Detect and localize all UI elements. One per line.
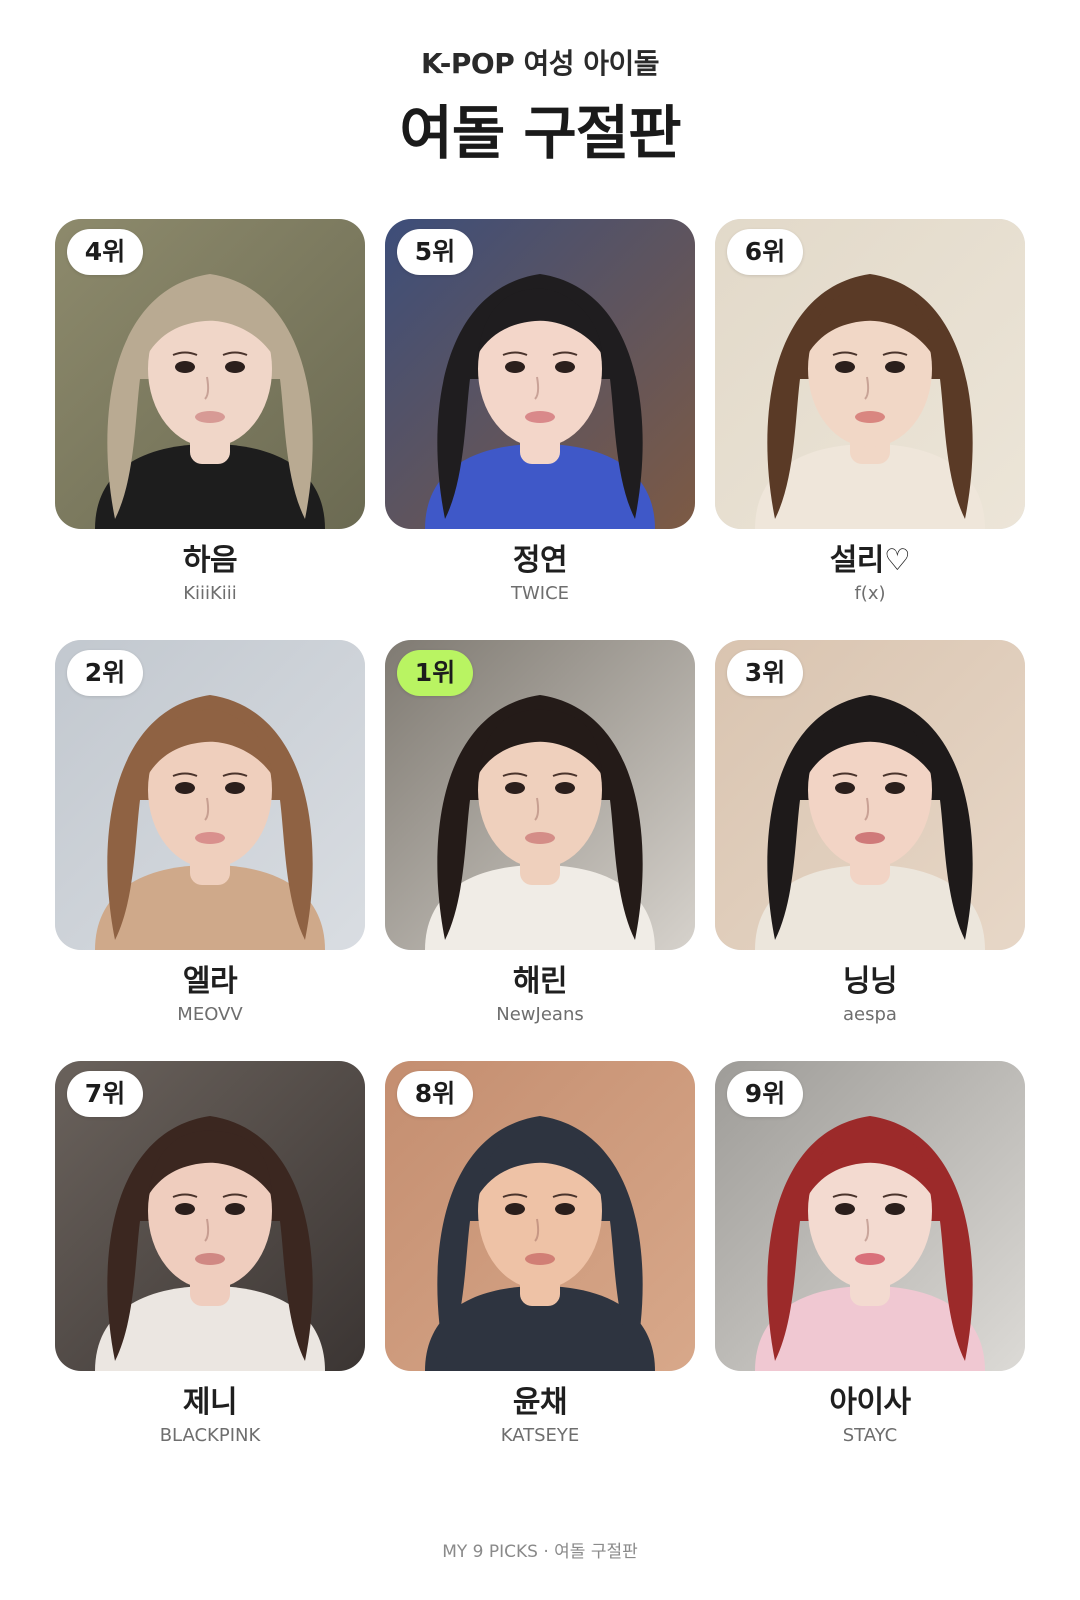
rank-badge: 1위 [397,650,473,696]
rank-badge: 3위 [727,650,803,696]
member-name: 닝닝 [842,964,898,999]
footer-caption: MY 9 PICKS · 여돌 구절판 [442,1542,638,1562]
group-name: KiiiKiii [183,583,237,604]
idol-card[interactable]: 9위아이사 STAYC [715,1061,1025,1446]
group-name: TWICE [510,583,570,604]
idol-card[interactable]: 5위정연 TWICE [385,219,695,604]
idol-card[interactable]: 6위설리♡ f(x) [715,219,1025,604]
group-name: KATSEYE [500,1425,580,1446]
member-name: 정연 [512,543,568,578]
member-name: 아이사 [829,1385,911,1420]
group-name: NewJeans [496,1004,584,1025]
group-name: BLACKPINK [159,1425,261,1446]
idol-card[interactable]: 7위제니 BLACKPINK [55,1061,365,1446]
group-name: aespa [843,1004,897,1025]
group-name: f(x) [854,583,886,604]
idol-photo: 4위 [55,219,365,529]
rank-badge: 2위 [67,650,143,696]
member-name: 엘라 [182,964,238,999]
idol-photo: 1위 [385,640,695,950]
page-subtitle: K-POP 여성 아이돌 [420,47,660,80]
group-name: STAYC [842,1425,898,1446]
member-name: 설리♡ [829,543,911,578]
member-name: 제니 [182,1385,238,1420]
rank-badge: 4위 [67,229,143,275]
idol-photo: 2위 [55,640,365,950]
idol-card[interactable]: 2위엘라 MEOVV [55,640,365,1025]
idol-card[interactable]: 8위윤채 KATSEYE [385,1061,695,1446]
member-name: 하음 [182,543,238,578]
member-name: 윤채 [512,1385,568,1420]
rank-badge: 6위 [727,229,803,275]
idol-card[interactable]: 4위하음 KiiiKiii [55,219,365,604]
group-name: MEOVV [177,1004,243,1025]
header: K-POP 여성 아이돌 여돌 구절판 [0,44,1080,168]
page-title: 여돌 구절판 [399,99,682,167]
rank-badge: 8위 [397,1071,473,1117]
rank-badge: 7위 [67,1071,143,1117]
idol-card[interactable]: 1위해린 NewJeans [385,640,695,1025]
idol-card[interactable]: 3위닝닝 aespa [715,640,1025,1025]
idol-photo: 3위 [715,640,1025,950]
rank-badge: 5위 [397,229,473,275]
idol-photo: 8위 [385,1061,695,1371]
member-name: 해린 [512,964,568,999]
idol-photo: 9위 [715,1061,1025,1371]
idol-photo: 7위 [55,1061,365,1371]
idol-photo: 6위 [715,219,1025,529]
picks-grid: 4위하음 KiiiKiii 5위정연 TWICE 6위설리♡ f(x) 2위엘라 MEOVV 1… [55,219,1030,1446]
rank-badge: 9위 [727,1071,803,1117]
idol-photo: 5위 [385,219,695,529]
